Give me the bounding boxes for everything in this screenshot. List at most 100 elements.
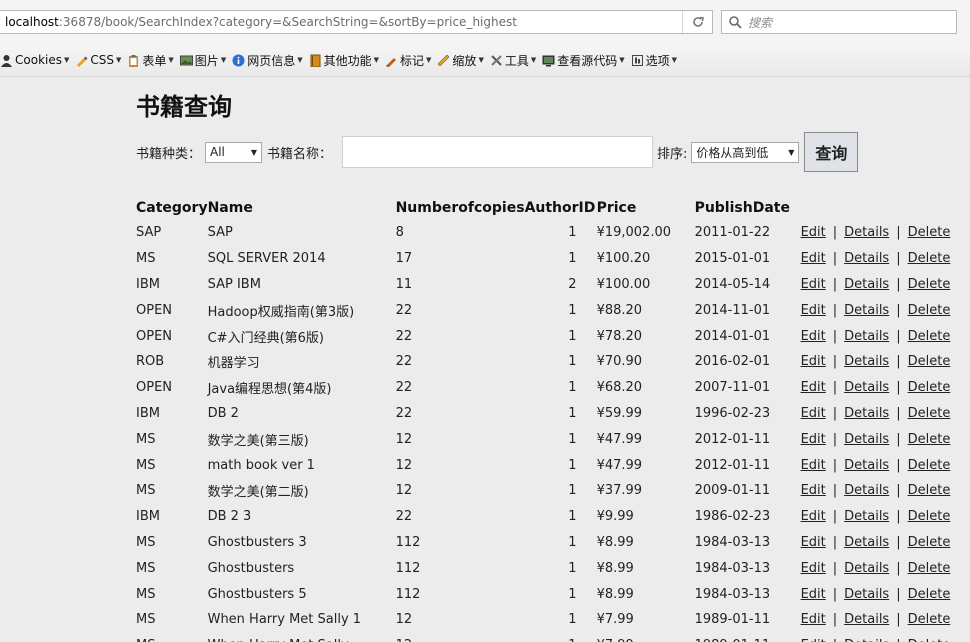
action-separator: | [832,276,838,292]
details-link[interactable]: Details [844,354,889,369]
toolbar-forms[interactable]: 表单 ▼ [127,52,174,69]
edit-link[interactable]: Edit [801,329,826,344]
delete-link[interactable]: Delete [908,380,951,395]
edit-link[interactable]: Edit [801,406,826,421]
dropdown-arrow-icon: ▼ [619,56,625,64]
edit-link[interactable]: Edit [801,380,826,395]
details-link[interactable]: Details [844,225,889,240]
book-name-input[interactable] [342,136,654,168]
url-text[interactable]: localhost:36878/book/SearchIndex?categor… [0,15,682,29]
cell-category: IBM [136,276,160,292]
sort-select-value: 价格从高到低 [696,145,769,160]
authorid-value: 1 [568,328,577,344]
cell-authorid: 1 [525,504,597,530]
edit-link[interactable]: Edit [801,277,826,292]
edit-link[interactable]: Edit [801,535,826,550]
person-icon [0,54,13,67]
browser-search-field[interactable]: 搜索 [721,10,957,34]
details-link[interactable]: Details [844,251,889,266]
action-separator: | [896,560,901,576]
details-link[interactable]: Details [844,535,889,550]
details-link[interactable]: Details [844,458,889,473]
delete-link[interactable]: Delete [908,561,951,576]
toolbar-tools[interactable]: 工具 ▼ [490,52,536,69]
cell-category: OPEN [136,328,173,344]
sort-select[interactable]: 价格从高到低 ▼ [691,141,800,163]
table-row: IBM DB 2 3 22 1 ¥9.99 1986-02-23 Edit | Details |… [136,504,950,530]
toolbar-page-info[interactable]: 网页信息 ▼ [232,52,303,69]
category-select[interactable]: All ▼ [205,141,263,163]
cell-numberofcopies: 22 [395,405,413,421]
edit-link[interactable]: Edit [801,303,826,318]
details-link[interactable]: Details [844,561,889,576]
toolbar-view-source[interactable]: 查看源代码 ▼ [542,52,625,69]
edit-link[interactable]: Edit [801,225,826,240]
delete-link[interactable]: Delete [908,406,951,421]
details-link[interactable]: Details [844,432,889,447]
edit-link[interactable]: Edit [801,483,826,498]
details-link[interactable]: Details [844,303,889,318]
edit-link[interactable]: Edit [801,561,826,576]
delete-link[interactable]: Delete [908,277,951,292]
row-actions: Edit | Details | Delete [801,220,951,246]
edit-link[interactable]: Edit [801,458,826,473]
details-link[interactable]: Details [844,380,889,395]
toolbar-outline[interactable]: 标记 ▼ [385,52,431,69]
action-separator: | [896,328,901,344]
cell-authorid: 1 [525,426,597,452]
delete-link[interactable]: Delete [908,483,951,498]
details-link[interactable]: Details [844,509,889,524]
details-link[interactable]: Details [844,612,889,627]
delete-link[interactable]: Delete [908,612,951,627]
cell-name: math book ver 1 [207,457,315,473]
query-button[interactable]: 查询 [804,132,859,172]
delete-link[interactable]: Delete [908,303,951,318]
toolbar-css[interactable]: CSS ▼ [75,53,121,67]
dropdown-arrow-icon: ▼ [63,56,70,64]
edit-link[interactable]: Edit [801,509,826,524]
delete-link[interactable]: Delete [908,225,951,240]
text-cursor-icon [173,104,179,116]
edit-link[interactable]: Edit [801,354,826,369]
action-separator: | [832,509,838,525]
details-link[interactable]: Details [844,483,889,498]
cell-price: ¥8.99 [596,560,634,576]
reload-icon[interactable] [682,11,712,33]
edit-link[interactable]: Edit [801,638,826,642]
toolbar-resize[interactable]: 缩放 ▼ [437,52,484,69]
edit-link[interactable]: Edit [801,432,826,447]
action-separator: | [896,354,901,370]
toolbar-options[interactable]: 选项 ▼ [631,52,677,69]
clipboard-icon [127,54,140,67]
authorid-value: 1 [568,302,577,318]
details-link[interactable]: Details [844,277,889,292]
details-link[interactable]: Details [844,406,889,421]
delete-link[interactable]: Delete [908,251,951,266]
delete-link[interactable]: Delete [908,587,951,602]
delete-link[interactable]: Delete [908,329,951,344]
cell-price: ¥7.99 [596,612,634,628]
delete-link[interactable]: Delete [908,638,951,642]
header-name: Name [207,200,253,216]
details-link[interactable]: Details [844,638,889,642]
edit-link[interactable]: Edit [801,251,826,266]
table-row: OPEN Hadoop权威指南(第3版) 22 1 ¥88.20 2014-11-01 Ed… [136,297,950,323]
cell-numberofcopies: 112 [395,534,421,550]
delete-link[interactable]: Delete [908,354,951,369]
category-label: 书籍种类： [136,146,202,162]
delete-link[interactable]: Delete [908,535,951,550]
delete-link[interactable]: Delete [908,509,951,524]
toolbar-cookies[interactable]: Cookies ▼ [0,53,69,67]
url-field[interactable]: localhost:36878/book/SearchIndex?categor… [0,10,713,34]
edit-link[interactable]: Edit [801,587,826,602]
action-separator: | [896,534,901,550]
edit-link[interactable]: Edit [801,612,826,627]
delete-link[interactable]: Delete [908,432,951,447]
toolbar-images[interactable]: 图片 ▼ [179,52,226,69]
action-separator: | [832,302,838,318]
delete-link[interactable]: Delete [908,458,951,473]
details-link[interactable]: Details [844,329,889,344]
cell-authorid: 1 [525,452,597,478]
details-link[interactable]: Details [844,587,889,602]
toolbar-misc[interactable]: 其他功能 ▼ [309,52,379,69]
